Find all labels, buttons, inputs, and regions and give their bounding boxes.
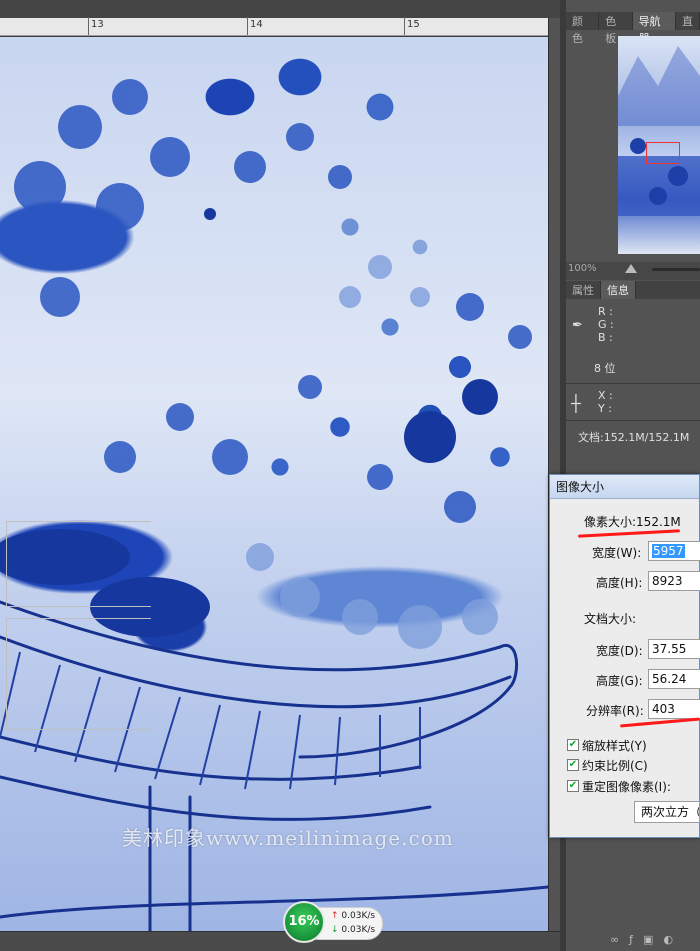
pixel-height-input[interactable]: 8923 bbox=[648, 571, 700, 591]
photoshop-window: 13 14 15 美林印象www.meilinimage.com 颜色 色板 导… bbox=[0, 0, 700, 951]
fx-icon[interactable]: ƒ bbox=[629, 933, 643, 946]
constrain-proportions-checkbox[interactable]: ✔ bbox=[567, 759, 579, 771]
adjustment-icon[interactable]: ◐ bbox=[663, 933, 683, 946]
pixel-width-input[interactable]: 5957 bbox=[648, 541, 700, 561]
width-label: 宽度(W): bbox=[592, 546, 642, 560]
navigator-thumbnail[interactable] bbox=[618, 36, 700, 254]
info-bit-depth: 8 位 bbox=[594, 362, 616, 375]
download-arrow-icon: ↓ bbox=[331, 925, 339, 935]
info-doc-size: 文档:152.1M/152.1M bbox=[578, 431, 690, 444]
document-size-group bbox=[6, 618, 151, 730]
navigator-tab-bar: 颜色 色板 导航器 直 bbox=[566, 12, 700, 45]
info-g: G : bbox=[598, 318, 614, 331]
divider bbox=[566, 420, 700, 421]
ruler-mark-13: 13 bbox=[91, 19, 104, 30]
doc-width-label: 宽度(D): bbox=[596, 644, 643, 658]
pixel-dimensions-label: 像素大小:152.1M bbox=[580, 513, 685, 530]
info-tab-bar: 属性 信息 bbox=[566, 281, 700, 299]
ruler-mark-14: 14 bbox=[250, 19, 263, 30]
zoom-percent[interactable]: 100% bbox=[568, 263, 597, 274]
horizontal-scrollbar[interactable] bbox=[0, 931, 560, 951]
zoom-out-icon[interactable] bbox=[625, 264, 637, 273]
tab-histogram[interactable]: 直 bbox=[676, 12, 700, 30]
tab-color[interactable]: 颜色 bbox=[566, 12, 600, 45]
constrain-proportions-label: 约束比例(C) bbox=[582, 759, 648, 773]
memory-usage-ball[interactable]: 16% bbox=[283, 901, 325, 943]
link-icon[interactable]: ∞ bbox=[610, 933, 629, 946]
info-y: Y : bbox=[598, 402, 612, 415]
ruler-major-tick bbox=[404, 17, 405, 35]
scale-styles-checkbox[interactable]: ✔ bbox=[567, 739, 579, 751]
network-speed-widget[interactable]: 16% ↑ 0.03K/s ↓ 0.03K/s bbox=[283, 901, 383, 945]
tab-swatches[interactable]: 色板 bbox=[599, 12, 633, 45]
divider bbox=[566, 383, 700, 384]
porcelain-painting bbox=[0, 79, 548, 931]
ruler-mark-15: 15 bbox=[407, 19, 420, 30]
image-canvas[interactable]: 美林印象www.meilinimage.com bbox=[0, 37, 548, 931]
crosshair-icon: ┼ bbox=[571, 394, 581, 413]
resample-image-checkbox[interactable]: ✔ bbox=[567, 780, 579, 792]
watermark-text: 美林印象www.meilinimage.com bbox=[122, 826, 454, 850]
info-r: R : bbox=[598, 305, 613, 318]
upload-speed-value: 0.03K/s bbox=[341, 911, 376, 921]
mask-icon[interactable]: ▣ bbox=[643, 933, 663, 946]
navigator-view-box[interactable] bbox=[646, 142, 680, 164]
resolution-label: 分辨率(R): bbox=[586, 704, 644, 718]
width-selected-text: 5957 bbox=[652, 544, 685, 558]
document-tab-bar bbox=[0, 0, 560, 18]
doc-height-label: 高度(G): bbox=[596, 674, 643, 688]
scale-styles-label: 缩放样式(Y) bbox=[582, 739, 647, 753]
resolution-input[interactable]: 403 bbox=[648, 699, 700, 719]
resample-method-select[interactable]: 两次立方（ bbox=[634, 801, 700, 823]
eyedropper-icon: ✒ bbox=[572, 318, 583, 333]
doc-height-input[interactable]: 56.24 bbox=[648, 669, 700, 689]
dialog-title[interactable]: 图像大小 bbox=[550, 475, 699, 499]
doc-width-input[interactable]: 37.55 bbox=[648, 639, 700, 659]
height-label: 高度(H): bbox=[596, 576, 643, 590]
horizontal-ruler[interactable]: 13 14 15 bbox=[0, 17, 548, 36]
zoom-slider[interactable] bbox=[652, 268, 700, 271]
ruler-major-tick bbox=[247, 17, 248, 35]
upload-arrow-icon: ↑ bbox=[331, 911, 339, 921]
info-x: X : bbox=[598, 389, 613, 402]
ruler-major-tick bbox=[88, 17, 89, 35]
info-b: B : bbox=[598, 331, 613, 344]
panel-bottom-icons: ∞ƒ▣◐ bbox=[610, 933, 683, 946]
resample-image-label: 重定图像像素(I): bbox=[582, 780, 671, 794]
tab-properties[interactable]: 属性 bbox=[566, 281, 601, 299]
download-speed-value: 0.03K/s bbox=[341, 925, 376, 935]
download-speed: ↓ 0.03K/s bbox=[331, 925, 375, 935]
document-size-label: 文档大小: bbox=[580, 610, 641, 627]
tab-navigator[interactable]: 导航器 bbox=[632, 12, 676, 45]
upload-speed: ↑ 0.03K/s bbox=[331, 911, 375, 921]
tab-info[interactable]: 信息 bbox=[601, 281, 636, 299]
pixel-dimensions-group bbox=[6, 521, 151, 607]
